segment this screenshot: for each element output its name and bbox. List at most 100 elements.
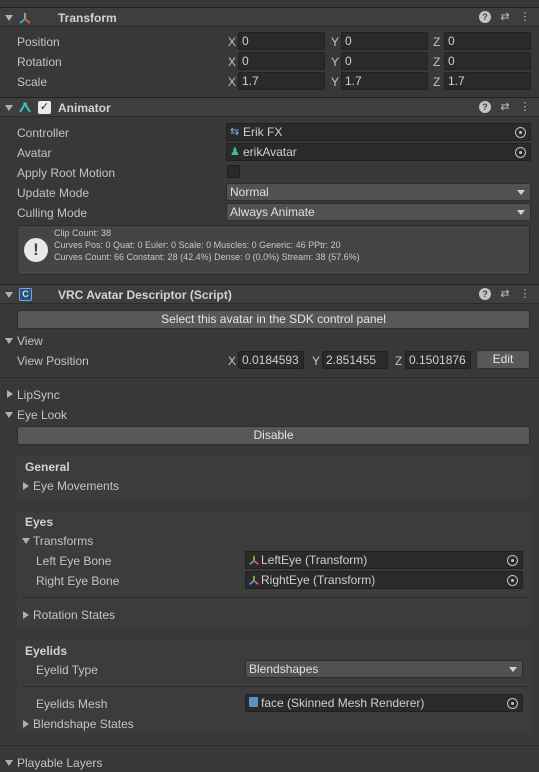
rotation-z-field[interactable]: 0 [444,52,531,70]
animator-icon [19,102,31,113]
controller-asset-icon: ⇆ [230,126,240,138]
apply-root-motion-label: Apply Root Motion [17,166,116,180]
fold-arrow-icon[interactable] [5,105,13,111]
update-mode-value: Normal [230,185,269,199]
axis-x-label[interactable]: X [228,75,236,89]
view-x-field[interactable]: 0.0184593 [238,351,304,369]
select-avatar-button[interactable]: Select this avatar in the SDK control pa… [17,310,530,329]
transform-icon [249,575,259,585]
eyelid-type-value: Blendshapes [249,662,319,676]
divider [23,686,530,687]
axis-z-label[interactable]: Z [433,35,440,49]
fold-arrow-icon[interactable] [7,390,13,398]
fold-arrow-icon[interactable] [23,611,29,619]
fold-arrow-icon[interactable] [22,538,30,544]
view-y-field[interactable]: 2.851455 [322,351,388,369]
avatar-value: erikAvatar [243,145,297,159]
dropdown-arrow-icon [517,210,525,215]
scale-y-field[interactable]: 1.7 [341,72,428,90]
right-eye-bone-label: Right Eye Bone [36,574,120,588]
rotation-states-foldout[interactable]: Rotation States [33,608,115,622]
eyelid-type-dropdown[interactable]: Blendshapes [245,660,523,678]
animator-header[interactable]: ✓ Animator ? ⇄ ⋮ [0,97,539,117]
axis-x-label[interactable]: X [228,35,236,49]
scale-label: Scale [17,75,48,89]
controller-field[interactable]: ⇆ Erik FX [226,123,531,141]
axis-x-label[interactable]: X [228,55,236,69]
scale-x-field[interactable]: 1.7 [238,72,325,90]
preset-icon[interactable]: ⇄ [499,288,511,300]
fold-arrow-icon[interactable] [23,720,29,728]
view-z-field[interactable]: 0.1501876 [405,351,471,369]
animator-info-box: ! Clip Count: 38 Curves Pos: 0 Quat: 0 E… [17,225,530,275]
culling-mode-value: Always Animate [230,205,315,219]
kebab-menu-icon[interactable]: ⋮ [519,101,531,113]
eyelids-heading: Eyelids [25,644,68,658]
fold-arrow-icon[interactable] [5,15,13,21]
preset-icon[interactable]: ⇄ [499,11,511,23]
culling-mode-label: Culling Mode [17,206,88,220]
edit-view-button[interactable]: Edit [476,350,530,369]
help-icon[interactable]: ? [479,288,491,300]
transform-icon [19,13,31,24]
scale-z-field[interactable]: 1.7 [444,72,531,90]
transforms-foldout[interactable]: Transforms [33,534,93,548]
fold-arrow-icon[interactable] [5,338,13,344]
info-icon: ! [24,238,48,262]
help-icon[interactable]: ? [479,11,491,23]
eyelook-section-label[interactable]: Eye Look [17,408,67,422]
right-eye-bone-field[interactable]: RightEye (Transform) [245,571,523,589]
object-picker-icon[interactable] [507,555,518,566]
disable-eyelook-button[interactable]: Disable [17,426,530,445]
rotation-x-field[interactable]: 0 [238,52,325,70]
object-picker-icon[interactable] [515,147,526,158]
eyelid-type-label: Eyelid Type [36,663,98,677]
axis-y-label[interactable]: Y [331,35,339,49]
culling-mode-dropdown[interactable]: Always Animate [226,203,531,221]
blendshape-states-foldout[interactable]: Blendshape States [33,717,134,731]
fold-arrow-icon[interactable] [5,292,13,298]
help-icon[interactable]: ? [479,101,491,113]
eyelids-mesh-field[interactable]: face (Skinned Mesh Renderer) [245,694,523,712]
view-position-label: View Position [17,354,89,368]
view-section-label[interactable]: View [17,334,43,348]
avatar-field[interactable]: ♟ erikAvatar [226,143,531,161]
fold-arrow-icon[interactable] [23,482,29,490]
axis-z-label[interactable]: Z [433,75,440,89]
enabled-checkbox[interactable]: ✓ [38,101,51,114]
playable-layers-section-label[interactable]: Playable Layers [17,756,102,770]
eye-movements-foldout[interactable]: Eye Movements [33,479,119,493]
divider [0,745,539,746]
update-mode-dropdown[interactable]: Normal [226,183,531,201]
apply-root-motion-checkbox[interactable] [227,165,240,178]
object-picker-icon[interactable] [515,127,526,138]
transform-header[interactable]: Transform ? ⇄ ⋮ [0,7,539,27]
fold-arrow-icon[interactable] [5,760,13,766]
axis-y-label[interactable]: Y [331,75,339,89]
position-z-field[interactable]: 0 [444,32,531,50]
kebab-menu-icon[interactable]: ⋮ [519,11,531,23]
lipsync-section-label[interactable]: LipSync [17,388,60,402]
position-y-field[interactable]: 0 [341,32,428,50]
axis-z-label[interactable]: Z [433,55,440,69]
object-picker-icon[interactable] [507,575,518,586]
fold-arrow-icon[interactable] [5,412,13,418]
component-title: Animator [58,101,111,115]
axis-x-label[interactable]: X [228,354,236,368]
preset-icon[interactable]: ⇄ [499,101,511,113]
object-picker-icon[interactable] [507,698,518,709]
divider [23,597,530,598]
position-x-field[interactable]: 0 [238,32,325,50]
descriptor-header[interactable]: C VRC Avatar Descriptor (Script) ? ⇄ ⋮ [0,284,539,304]
dropdown-arrow-icon [517,190,525,195]
clip-count-text: Clip Count: 38 [54,228,112,238]
left-eye-bone-field[interactable]: LeftEye (Transform) [245,551,523,569]
kebab-menu-icon[interactable]: ⋮ [519,288,531,300]
rotation-y-field[interactable]: 0 [341,52,428,70]
transform-icon [249,555,259,565]
axis-z-label[interactable]: Z [395,354,402,368]
script-icon: C [19,288,32,301]
axis-y-label[interactable]: Y [331,55,339,69]
eyes-heading: Eyes [25,515,54,529]
axis-y-label[interactable]: Y [312,354,320,368]
